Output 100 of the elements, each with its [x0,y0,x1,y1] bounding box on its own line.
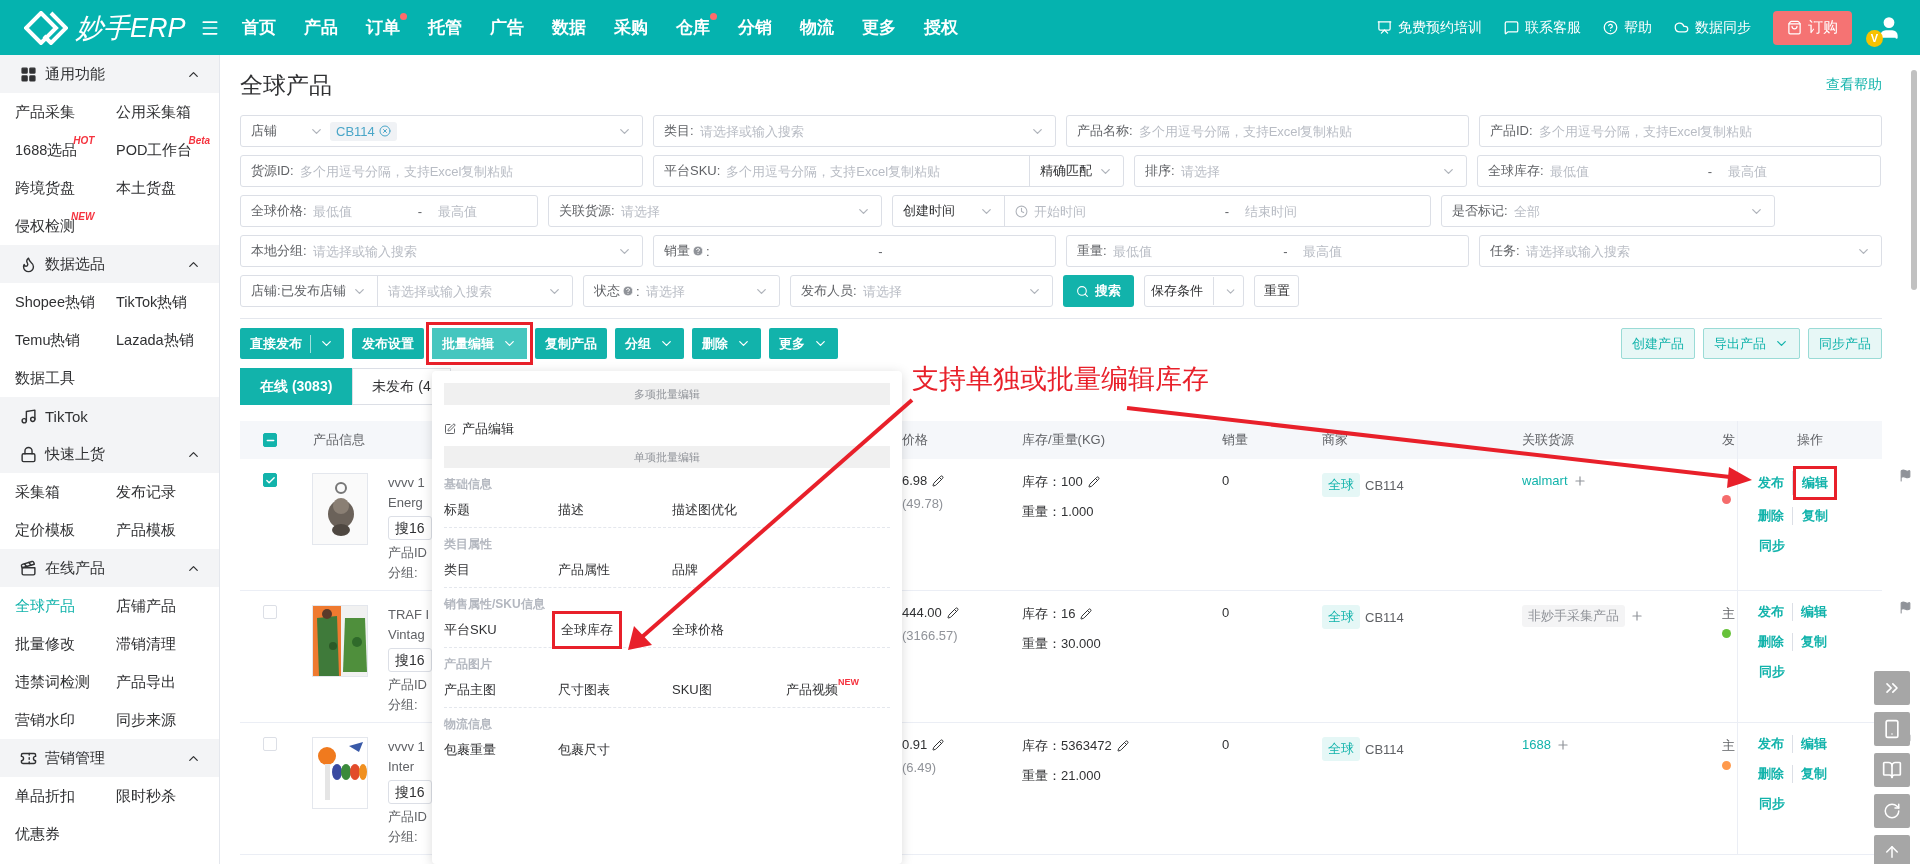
menu-item[interactable]: 全球价格 [672,617,724,643]
sidebar-item[interactable]: 批量修改 [15,634,75,654]
sidebar-item[interactable]: 数据工具 [15,368,75,388]
sidebar-item[interactable]: Lazada热销 [116,330,194,350]
text-input[interactable]: 请选择 [1180,163,1435,179]
sidebar-item[interactable]: 同步来源 [116,710,176,730]
expand-button[interactable] [1874,671,1910,705]
pencil-icon[interactable] [932,474,945,487]
select-field[interactable]: 任务: 请选择或输入搜索 [1479,235,1882,267]
menu-item[interactable]: 标题 [444,497,470,523]
pencil-icon[interactable] [1080,608,1093,620]
remove-icon[interactable] [378,125,391,137]
sidebar-item[interactable]: 采集箱 [15,482,60,502]
menu-item[interactable]: 平台SKU [444,617,497,643]
menu-item[interactable]: 描述 [558,497,584,523]
sidebar-item[interactable]: 营销水印 [15,710,75,730]
sidebar-item[interactable]: Shopee热销 [15,292,95,312]
select-field[interactable]: 本地分组: 请选择或输入搜索 [240,235,643,267]
range-field[interactable]: 销量 : - [653,235,1056,267]
sidebar-item[interactable]: 店铺产品 [116,596,176,616]
refresh-button[interactable] [1874,794,1910,828]
date-range-field[interactable]: 创建时间 开始时间 - 结束时间 [892,195,1431,227]
range-field[interactable]: 全球价格: 最低值 - 最高值 [240,195,538,227]
sidebar-item[interactable]: 产品采集 [15,102,75,122]
menu-item[interactable]: 包裹重量 [444,737,496,763]
sidebar-item[interactable]: 定价模板 [15,520,75,540]
text-input[interactable]: 最高值 [438,203,527,219]
back-to-top-button[interactable] [1874,835,1910,864]
menu-item[interactable]: 尺寸图表 [558,677,610,703]
sidebar-item[interactable]: Temu热销 [15,330,81,350]
sidebar-item[interactable]: 违禁词检测 [15,672,90,692]
menu-item[interactable]: 产品编辑 [444,416,514,442]
text-input[interactable]: 请选择 [620,203,850,219]
text-input[interactable]: 开始时间 [1034,203,1209,219]
text-input[interactable]: 请选择 [645,283,748,299]
text-input[interactable]: 请选择或输入搜索 [312,243,611,259]
text-input[interactable]: 最低值 [1112,243,1268,259]
text-input[interactable]: 最高值 [1303,243,1458,259]
sidebar-item[interactable]: 单品折扣 [15,786,75,806]
sidebar-section-header[interactable]: 在线产品 [0,549,219,587]
text-input[interactable]: 最高值 [1728,163,1870,179]
text-input[interactable]: 多个用逗号分隔，支持Excel复制粘贴 [726,163,1019,179]
select-field[interactable]: 关联货源: 请选择 [548,195,882,227]
sidebar-section-header[interactable]: 营销管理 [0,739,219,777]
text-field[interactable]: 平台SKU: 多个用逗号分隔，支持Excel复制粘贴 精确匹配 [653,155,1124,187]
select-field[interactable]: 发布人员: 请选择 [790,275,1053,307]
text-input[interactable]: 请选择或输入搜索 [387,283,541,299]
plus-icon[interactable] [1630,609,1644,623]
select-field[interactable]: 状态 : 请选择 [583,275,780,307]
select-all-checkbox[interactable] [263,433,277,447]
sidebar-item[interactable]: 滞销清理 [116,634,176,654]
select-field[interactable]: 类目: 请选择或输入搜索 [653,115,1056,147]
sidebar-item[interactable]: 跨境货盘 [15,178,75,198]
sidebar-section-header[interactable]: TikTok [0,397,219,435]
sidebar-section-header[interactable]: 通用功能 [0,55,219,93]
text-field[interactable]: 产品ID: 多个用逗号分隔，支持Excel复制粘贴 [1479,115,1882,147]
text-input[interactable]: 多个用逗号分隔，支持Excel复制粘贴 [299,163,632,179]
save-conditions-button[interactable]: 保存条件 [1144,275,1244,307]
menu-item[interactable]: 类目 [444,557,470,583]
reset-button[interactable]: 重置 [1254,275,1299,307]
pencil-icon[interactable] [932,738,945,751]
menu-item[interactable]: 品牌 [672,557,698,583]
row-checkbox[interactable] [263,473,277,487]
sidebar-item[interactable]: 本土货盘 [116,178,176,198]
sidebar-section-header[interactable]: 数据选品 [0,245,219,283]
text-input[interactable]: 最低值 [1549,163,1692,179]
sidebar-item[interactable]: 限时秒杀 [116,786,176,806]
plus-icon[interactable] [1555,737,1570,752]
pencil-icon[interactable] [1116,740,1129,752]
menu-item[interactable]: SKU图 [672,677,712,703]
flag-icon[interactable] [1899,469,1912,482]
text-input[interactable]: 请选择或输入搜索 [699,123,1024,139]
menu-item[interactable]: 产品属性 [558,557,610,583]
range-field[interactable]: 全球库存: 最低值 - 最高值 [1477,155,1881,187]
sidebar-section-header[interactable]: 快速上货 [0,435,219,473]
sidebar-item[interactable]: 产品模板 [116,520,176,540]
menu-item[interactable]: 包裹尺寸 [558,737,610,763]
sidebar-item[interactable]: 产品导出 [116,672,176,692]
flag-icon[interactable] [1899,601,1912,614]
sidebar-item[interactable]: 公用采集箱 [116,102,191,122]
select-field[interactable]: 排序: 请选择 [1134,155,1467,187]
range-field[interactable]: 重量: 最低值 - 最高值 [1066,235,1469,267]
select-field[interactable]: 是否标记: 全部 [1441,195,1775,227]
plus-icon[interactable] [1572,473,1587,488]
guide-button[interactable] [1874,753,1910,787]
text-input[interactable]: 多个用逗号分隔，支持Excel复制粘贴 [1538,123,1871,139]
menu-item[interactable]: 全球库存 [552,611,622,649]
pencil-icon[interactable] [1087,476,1100,488]
sidebar-item[interactable]: 发布记录 [116,482,176,502]
sidebar-item[interactable]: TikTok热销 [116,292,188,312]
pencil-icon[interactable] [946,606,959,619]
text-input[interactable]: 多个用逗号分隔，支持Excel复制粘贴 [1138,123,1458,139]
menu-item[interactable]: 描述图优化 [672,497,737,523]
text-field[interactable]: 货源ID: 多个用逗号分隔，支持Excel复制粘贴 [240,155,643,187]
sidebar-item[interactable]: 优惠券 [15,824,60,844]
text-input[interactable]: 全部 [1513,203,1743,219]
text-input[interactable]: 最低值 [312,203,402,219]
menu-item[interactable]: 产品主图 [444,677,496,703]
store-select[interactable]: 店铺:已发布店铺 请选择或输入搜索 [240,275,573,307]
text-input[interactable]: 结束时间 [1245,203,1420,219]
